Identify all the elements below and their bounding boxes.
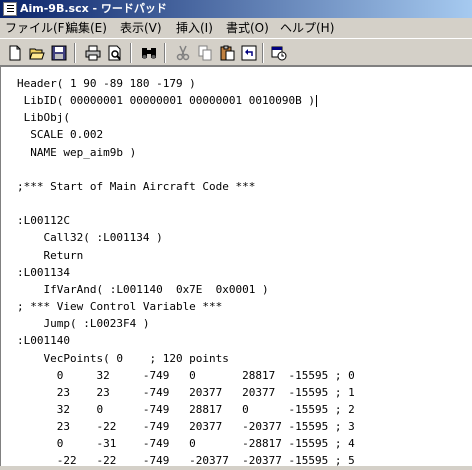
copy-icon bbox=[198, 45, 212, 61]
title-bar[interactable]: Aim-9B.scx - ワードパッド bbox=[0, 0, 472, 18]
document-area[interactable]: Header( 1 90 -89 180 -179 ) LibID( 00000… bbox=[0, 66, 472, 467]
doc-line: Call32( :L001134 ) bbox=[17, 231, 163, 245]
insert-date-time-button[interactable] bbox=[268, 42, 290, 64]
doc-line: Return bbox=[17, 248, 84, 262]
doc-line: :L001134 bbox=[17, 265, 70, 279]
wordpad-window: Aim-9B.scx - ワードパッド ファイル(F) 編集(E) 表示(V) … bbox=[0, 0, 472, 467]
scissors-icon bbox=[176, 45, 190, 61]
menu-format[interactable]: 書式(O) bbox=[222, 18, 273, 38]
binoculars-icon bbox=[142, 48, 156, 59]
new-document-icon bbox=[9, 45, 21, 61]
save-button[interactable] bbox=[48, 42, 70, 64]
print-preview-icon bbox=[108, 45, 121, 61]
paste-button[interactable] bbox=[216, 42, 238, 64]
doc-line: :L001140 bbox=[17, 334, 70, 348]
toolbar-separator bbox=[74, 43, 76, 63]
doc-line: 23 23 -749 20377 20377 -15595 ; 1 bbox=[17, 385, 355, 399]
doc-line: VecPoints( 0 ; 120 points bbox=[17, 351, 229, 365]
doc-line: 23 -22 -749 20377 -20377 -15595 ; 3 bbox=[17, 420, 355, 434]
text-cursor bbox=[316, 95, 318, 108]
doc-line: Header( 1 90 -89 180 -179 ) bbox=[17, 77, 196, 90]
undo-button[interactable] bbox=[238, 42, 260, 64]
doc-line: 0 32 -749 0 28817 -15595 ; 0 bbox=[17, 368, 355, 382]
open-folder-icon bbox=[29, 48, 45, 60]
doc-line: 0 -31 -749 0 -28817 -15595 ; 4 bbox=[17, 437, 355, 451]
menu-edit[interactable]: 編集(E) bbox=[62, 18, 111, 38]
toolbar-separator bbox=[130, 43, 132, 63]
menu-view[interactable]: 表示(V) bbox=[116, 18, 166, 38]
doc-line: 32 0 -749 28817 0 -15595 ; 2 bbox=[17, 402, 355, 416]
menu-insert[interactable]: 挿入(I) bbox=[172, 18, 217, 38]
paste-clipboard-icon bbox=[220, 45, 235, 61]
doc-line: ;*** Start of Main Aircraft Code *** bbox=[17, 179, 256, 193]
doc-line: Jump( :L0023F4 ) bbox=[17, 317, 150, 331]
save-disk-icon bbox=[51, 45, 67, 61]
toolbar-separator bbox=[164, 43, 166, 63]
print-button[interactable] bbox=[82, 42, 104, 64]
doc-line: LibID( 00000001 00000001 00000001 001009… bbox=[17, 94, 316, 108]
wordpad-app-icon[interactable] bbox=[3, 2, 17, 16]
toolbar-separator bbox=[262, 43, 264, 63]
doc-line: SCALE 0.002 bbox=[17, 128, 104, 142]
printer-icon bbox=[85, 45, 101, 61]
doc-line: NAME wep_aim9b ) bbox=[17, 145, 137, 159]
doc-line: -22 -22 -749 -20377 -20377 -15595 ; 5 bbox=[17, 454, 355, 468]
doc-line: LibObj( bbox=[17, 111, 70, 125]
window-title: Aim-9B.scx - ワードパッド bbox=[20, 2, 167, 15]
cut-button[interactable] bbox=[172, 42, 194, 64]
print-preview-button[interactable] bbox=[104, 42, 126, 64]
doc-line: :L00112C bbox=[17, 214, 70, 228]
doc-line: ; *** View Control Variable *** bbox=[17, 300, 223, 314]
undo-arrow-icon bbox=[241, 45, 257, 61]
menu-bar: ファイル(F) 編集(E) 表示(V) 挿入(I) 書式(O) ヘルプ(H) bbox=[0, 18, 472, 38]
doc-line: IfVarAnd( :L001140 0x7E 0x0001 ) bbox=[17, 282, 269, 296]
new-document-button[interactable] bbox=[4, 42, 26, 64]
date-time-icon bbox=[271, 46, 287, 61]
menu-help[interactable]: ヘルプ(H) bbox=[276, 18, 338, 38]
toolbar bbox=[0, 38, 472, 66]
find-button[interactable] bbox=[138, 42, 160, 64]
open-button[interactable] bbox=[26, 42, 48, 64]
copy-button[interactable] bbox=[194, 42, 216, 64]
document-text[interactable]: Header( 1 90 -89 180 -179 ) LibID( 00000… bbox=[17, 75, 355, 470]
